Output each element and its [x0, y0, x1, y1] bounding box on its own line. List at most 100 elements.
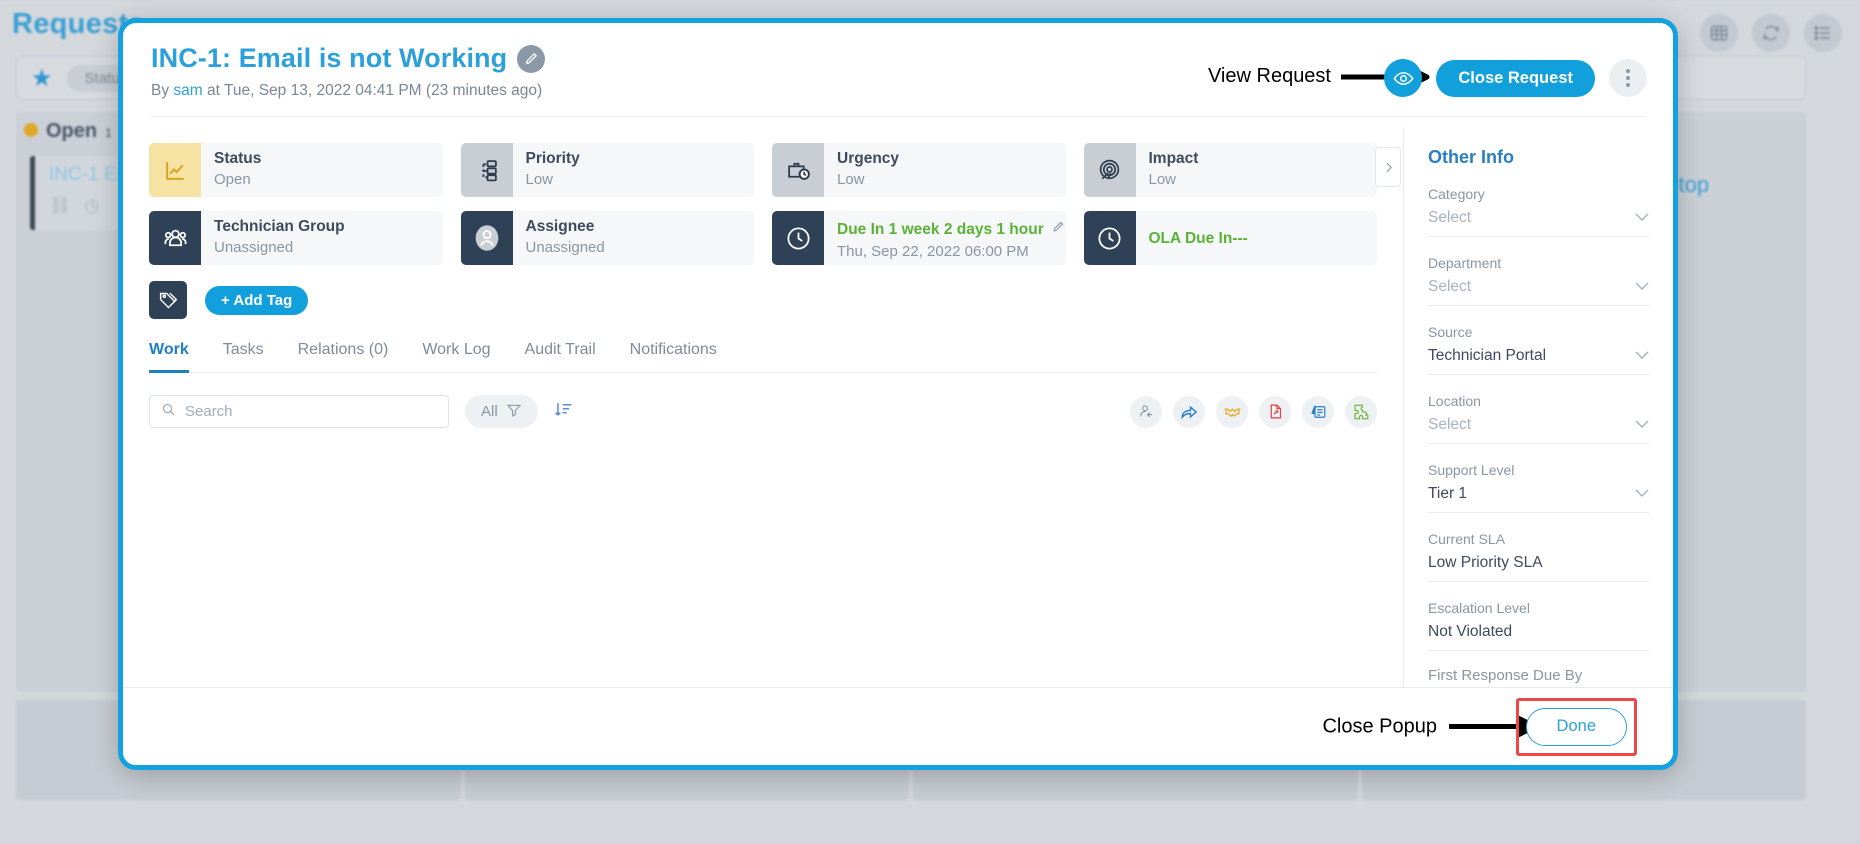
card-due-in[interactable]: Due In 1 week 2 days 1 hour Thu, Sep 22,…	[772, 211, 1066, 265]
card-ola-due[interactable]: OLA Due In---	[1083, 211, 1377, 265]
chevron-right-icon[interactable]	[1375, 147, 1401, 187]
status-dot-open	[24, 123, 38, 137]
refresh-icon[interactable]	[1752, 14, 1790, 52]
modal-header-actions: Close Request	[1384, 59, 1647, 97]
annotation-close-popup-label: Close Popup	[1322, 715, 1437, 737]
card-priority[interactable]: Priority Low	[460, 143, 754, 197]
field-control[interactable]: Tier 1	[1428, 485, 1649, 513]
chevron-down-icon	[1635, 485, 1649, 503]
card-impact-text: Impact Low	[1136, 143, 1199, 197]
close-request-button[interactable]: Close Request	[1436, 59, 1595, 97]
sort-descending-icon[interactable]	[554, 400, 573, 424]
card-status-text: Status Open	[201, 143, 261, 197]
card-urgency-text: Urgency Low	[824, 143, 899, 197]
field-control: Not Violated	[1428, 623, 1649, 651]
card-value: Low	[837, 170, 865, 188]
card-label: Urgency	[837, 150, 900, 167]
field-value: Select	[1428, 278, 1472, 295]
search-box[interactable]	[149, 395, 449, 428]
modal-header: INC-1: Email is not Working By sam at Tu…	[123, 23, 1673, 127]
done-button[interactable]: Done	[1525, 707, 1627, 746]
tab-tasks[interactable]: Tasks	[223, 341, 264, 373]
annotation-close-popup: Close Popup	[1322, 715, 1545, 738]
field-label: Department	[1428, 255, 1502, 271]
target-impact-icon	[1083, 143, 1136, 197]
sign-note-icon[interactable]	[1302, 395, 1334, 428]
card-status[interactable]: Status Open	[149, 143, 443, 197]
funnel-icon	[506, 402, 522, 422]
request-detail-modal: INC-1: Email is not Working By sam at Tu…	[118, 18, 1678, 770]
due-subline: Thu, Sep 22, 2022 06:00 PM	[837, 243, 1029, 261]
card-impact[interactable]: Impact Low	[1083, 143, 1377, 197]
card-due-in-text: Due In 1 week 2 days 1 hour Thu, Sep 22,…	[824, 211, 1065, 265]
subtitle-user[interactable]: sam	[173, 82, 202, 99]
pencil-icon[interactable]	[1052, 220, 1065, 238]
field-value: Select	[1428, 416, 1472, 433]
chevron-down-icon	[1635, 347, 1649, 365]
card-assignee[interactable]: Assignee Unassigned	[460, 211, 754, 265]
due-headline: Due In 1 week 2 days 1 hour	[837, 221, 1044, 238]
background-toolbar-icons	[1700, 14, 1842, 52]
card-due-headline-row: Due In 1 week 2 days 1 hour	[837, 218, 1065, 240]
chevron-down-icon	[1635, 416, 1649, 434]
subtitle-prefix: By	[151, 82, 170, 99]
handshake-icon[interactable]	[1216, 395, 1248, 428]
users-group-icon	[149, 211, 201, 265]
eye-icon[interactable]	[1384, 59, 1423, 97]
tab-notifications[interactable]: Notifications	[630, 341, 717, 373]
field-control[interactable]: Select	[1428, 278, 1649, 306]
card-value: Unassigned	[525, 238, 605, 256]
kebab-menu-icon[interactable]	[1609, 59, 1647, 97]
card-label: Assignee	[525, 218, 595, 235]
reassign-user-icon[interactable]	[1130, 395, 1162, 428]
filter-button[interactable]: All	[465, 395, 538, 428]
header-divider	[151, 116, 1645, 117]
field-control[interactable]: Select	[1428, 209, 1649, 237]
field-value: Tier 1	[1428, 485, 1468, 502]
tag-icon	[149, 281, 187, 319]
field-label: Support Level	[1428, 462, 1515, 478]
ola-headline: OLA Due In---	[1148, 229, 1248, 247]
favorite-star-icon[interactable]: ★	[31, 64, 53, 93]
subtitle-rest: at Tue, Sep 13, 2022 04:41 PM (23 minute…	[207, 82, 543, 99]
search-input[interactable]	[185, 403, 437, 420]
list-icon[interactable]	[1804, 14, 1842, 52]
tab-audit-trail[interactable]: Audit Trail	[525, 341, 596, 373]
card-value: Open	[214, 170, 251, 188]
clock-icon	[1083, 211, 1136, 265]
field-location: Location Select	[1428, 393, 1649, 444]
modal-main-column: Status Open Priority Low Urgency Low Imp…	[123, 127, 1403, 687]
puzzle-piece-icon[interactable]	[1345, 395, 1377, 428]
search-icon	[161, 402, 176, 422]
card-urgency[interactable]: Urgency Low	[772, 143, 1066, 197]
kebab-dot	[1626, 69, 1630, 73]
card-label: Impact	[1148, 150, 1199, 167]
card-priority-text: Priority Low	[513, 143, 580, 197]
tab-bar: Work Tasks Relations (0) Work Log Audit …	[149, 341, 1377, 373]
add-tag-button[interactable]: + Add Tag	[205, 285, 309, 315]
card-technician-group-text: Technician Group Unassigned	[201, 211, 345, 265]
field-control[interactable]: Technician Portal	[1428, 347, 1649, 375]
grid-icon[interactable]	[1700, 14, 1738, 52]
field-source: Source Technician Portal	[1428, 324, 1649, 375]
tab-work[interactable]: Work	[149, 341, 189, 373]
modal-body: Status Open Priority Low Urgency Low Imp…	[123, 127, 1673, 687]
field-support-level: Support Level Tier 1	[1428, 462, 1649, 513]
document-edit-icon[interactable]	[1259, 395, 1291, 428]
tag-row: + Add Tag	[149, 281, 1377, 319]
forward-arrow-icon[interactable]	[1173, 395, 1205, 428]
pencil-icon[interactable]	[517, 44, 546, 73]
tab-work-log[interactable]: Work Log	[422, 341, 490, 373]
card-value: Unassigned	[214, 238, 294, 256]
chevron-down-icon	[1635, 278, 1649, 296]
field-control[interactable]: Select	[1428, 416, 1649, 444]
field-category: Category Select	[1428, 186, 1649, 237]
card-label: Priority	[525, 150, 580, 167]
field-current-sla: Current SLA Low Priority SLA	[1428, 531, 1649, 582]
card-technician-group[interactable]: Technician Group Unassigned	[149, 211, 443, 265]
field-value: Not Violated	[1428, 623, 1513, 640]
tab-relations[interactable]: Relations (0)	[298, 341, 389, 373]
field-value: Technician Portal	[1428, 347, 1547, 364]
attribute-cards-grid: Status Open Priority Low Urgency Low Imp…	[149, 143, 1377, 265]
chevron-down-icon	[1635, 209, 1649, 227]
